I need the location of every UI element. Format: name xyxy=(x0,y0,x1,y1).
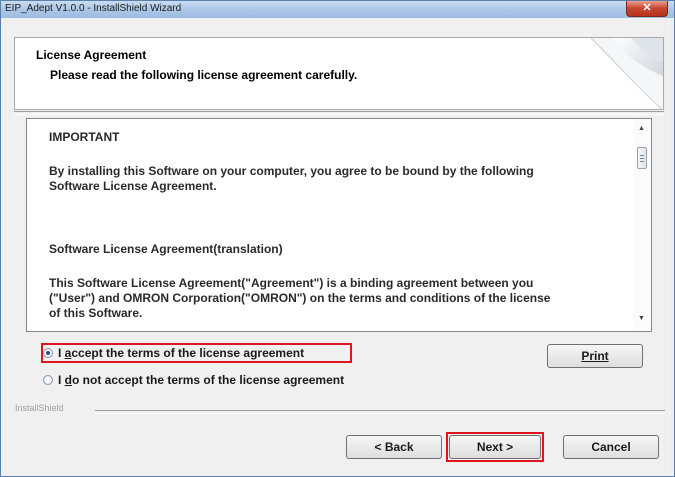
scroll-thumb[interactable] xyxy=(637,147,647,169)
accept-radio-option[interactable]: I accept the terms of the license agreem… xyxy=(43,345,304,361)
cancel-button[interactable]: Cancel xyxy=(563,435,659,459)
next-button[interactable]: Next > xyxy=(449,435,541,459)
license-line: This Software License Agreement("Agreeme… xyxy=(49,276,534,290)
license-line: Software License Agreement(translation) xyxy=(49,242,283,256)
decline-radio-option[interactable]: I do not accept the terms of the license… xyxy=(43,372,344,388)
decline-radio-label[interactable]: I do not accept the terms of the license… xyxy=(58,373,344,387)
header-separator xyxy=(14,111,664,115)
accept-radio-label[interactable]: I accept the terms of the license agreem… xyxy=(58,346,304,360)
scroll-up-icon[interactable]: ▲ xyxy=(638,125,645,132)
license-line: IMPORTANT xyxy=(49,130,120,144)
license-line: of this Software. xyxy=(49,306,143,320)
installer-window: EIP_Adept V1.0.0 - InstallShield Wizard … xyxy=(0,0,675,477)
title-bar[interactable]: EIP_Adept V1.0.0 - InstallShield Wizard … xyxy=(1,1,674,18)
print-button[interactable]: Print xyxy=(547,344,643,368)
page-title: License Agreement xyxy=(36,48,147,62)
installshield-brand: InstallShield xyxy=(15,403,64,413)
decline-radio[interactable] xyxy=(43,375,53,385)
cancel-button-label: Cancel xyxy=(591,440,631,454)
next-button-label: Next > xyxy=(476,440,514,454)
license-line: ("User") and OMRON Corporation("OMRON") … xyxy=(49,291,551,305)
back-button[interactable]: < Back xyxy=(346,435,442,459)
license-line: By installing this Software on your comp… xyxy=(49,164,534,178)
close-icon: ✕ xyxy=(642,2,652,14)
footer-separator xyxy=(95,410,665,414)
back-button-label: < Back xyxy=(374,440,414,454)
window-title: EIP_Adept V1.0.0 - InstallShield Wizard xyxy=(5,3,182,14)
license-text-box[interactable]: IMPORTANT By installing this Software on… xyxy=(26,118,652,332)
page-subtitle: Please read the following license agreem… xyxy=(50,68,358,82)
print-button-label: Print xyxy=(581,349,609,363)
close-button[interactable]: ✕ xyxy=(626,1,668,17)
header-panel: License Agreement Please read the follow… xyxy=(14,37,664,110)
scroll-down-icon[interactable]: ▼ xyxy=(638,315,645,322)
accept-radio[interactable] xyxy=(43,348,53,358)
license-line: Software License Agreement. xyxy=(49,179,217,193)
page-curl-icon xyxy=(590,38,663,110)
license-scrollbar[interactable]: ▲ ▼ xyxy=(634,119,651,331)
